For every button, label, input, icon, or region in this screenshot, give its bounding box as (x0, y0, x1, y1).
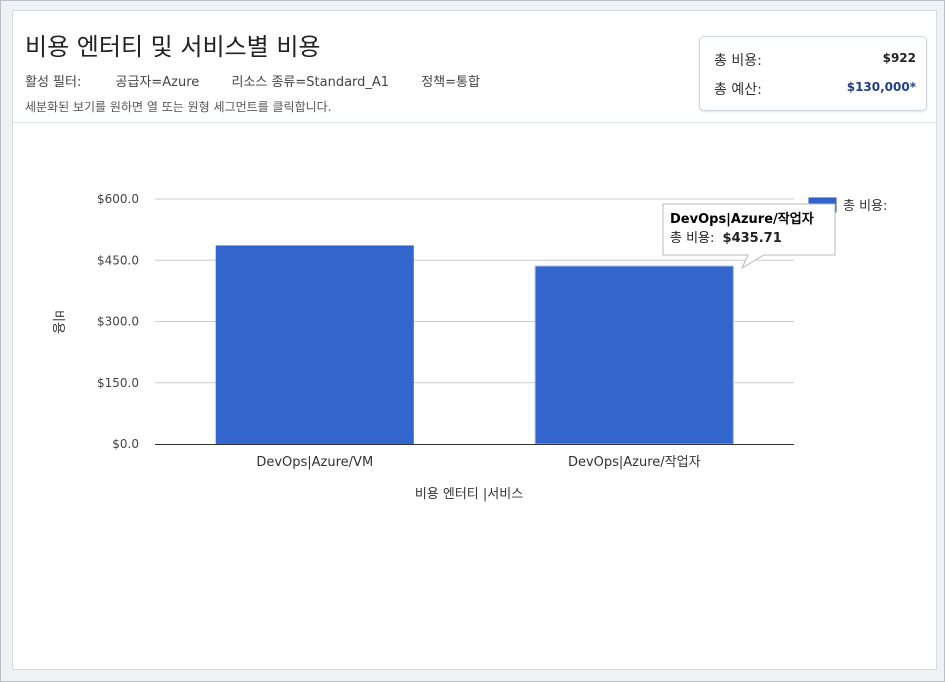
bars (215, 245, 734, 445)
y-tick-label: $150.0 (97, 376, 139, 390)
bar[interactable] (215, 245, 414, 444)
tooltip-label: 총 비용: (670, 231, 714, 246)
x-tick-label: DevOps|Azure/작업자 (568, 455, 701, 470)
y-tick-label: $450.0 (97, 253, 139, 267)
y-axis-ticks: $0.0 $150.0 $300.0 $450.0 $600.0 (97, 192, 139, 451)
tooltip-value: $435.71 (723, 231, 782, 246)
y-tick-label: $600.0 (97, 192, 139, 206)
y-axis-title: 비용 (50, 310, 65, 334)
cost-bar-chart: $0.0 $150.0 $300.0 $450.0 $600.0 DevOps|Azur… (50, 192, 887, 502)
x-tick-label: DevOps|Azure/VM (256, 455, 373, 470)
bar[interactable] (534, 265, 734, 445)
x-axis-categories: DevOps|Azure/VM DevOps|Azure/작업자 (256, 455, 700, 470)
legend-label: 총 비용: (843, 199, 887, 214)
tooltip-line: 총 비용: $435.71 (670, 231, 782, 246)
x-axis-title: 비용 엔터티 |서비스 (415, 487, 523, 502)
tooltip: DevOps|Azure/작업자 총 비용: $435.71 (662, 203, 836, 270)
tooltip-title: DevOps|Azure/작업자 (670, 211, 814, 227)
y-tick-label: $300.0 (97, 315, 139, 329)
y-tick-label: $0.0 (112, 437, 139, 451)
